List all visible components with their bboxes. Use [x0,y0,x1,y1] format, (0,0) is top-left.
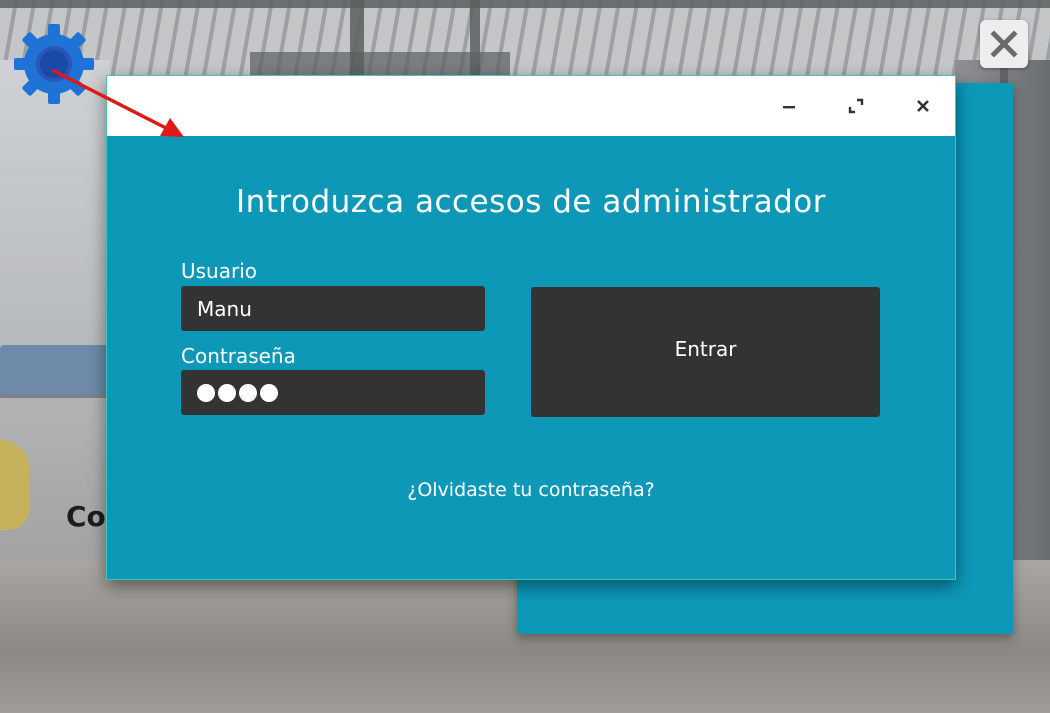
app-screen: Co Introduzca accesos de administrador U… [0,0,1050,713]
forgot-password-link[interactable]: ¿Olvidaste tu contraseña? [107,479,955,501]
minimize-button[interactable] [773,90,805,122]
background-wall [0,60,110,620]
background-beam [250,52,510,76]
settings-gear-button[interactable] [12,22,96,106]
background-sofa [0,345,110,395]
close-icon [917,100,929,112]
close-icon [990,30,1018,58]
dialog-titlebar[interactable] [107,76,955,136]
dialog-heading: Introduzca accesos de administrador [235,184,827,220]
password-input[interactable] [181,370,485,415]
minimize-icon [783,106,795,109]
background-partial-heading: Co [66,500,106,533]
password-mask-dot [239,383,257,402]
password-label: Contraseña [181,344,296,368]
password-mask-dot [260,383,278,402]
close-app-button[interactable] [980,20,1028,68]
maximize-button[interactable] [840,90,872,122]
background-chair [0,440,30,530]
username-label: Usuario [181,259,258,283]
gear-icon [14,24,94,104]
password-mask-dot [197,383,215,402]
password-mask-dot [218,383,236,402]
background-beam [0,0,1050,8]
maximize-icon [848,98,864,114]
enter-button[interactable]: Entrar [531,287,880,417]
close-dialog-button[interactable] [907,90,939,122]
admin-login-dialog: Introduzca accesos de administrador Usua… [106,75,956,580]
username-input[interactable] [181,286,485,331]
